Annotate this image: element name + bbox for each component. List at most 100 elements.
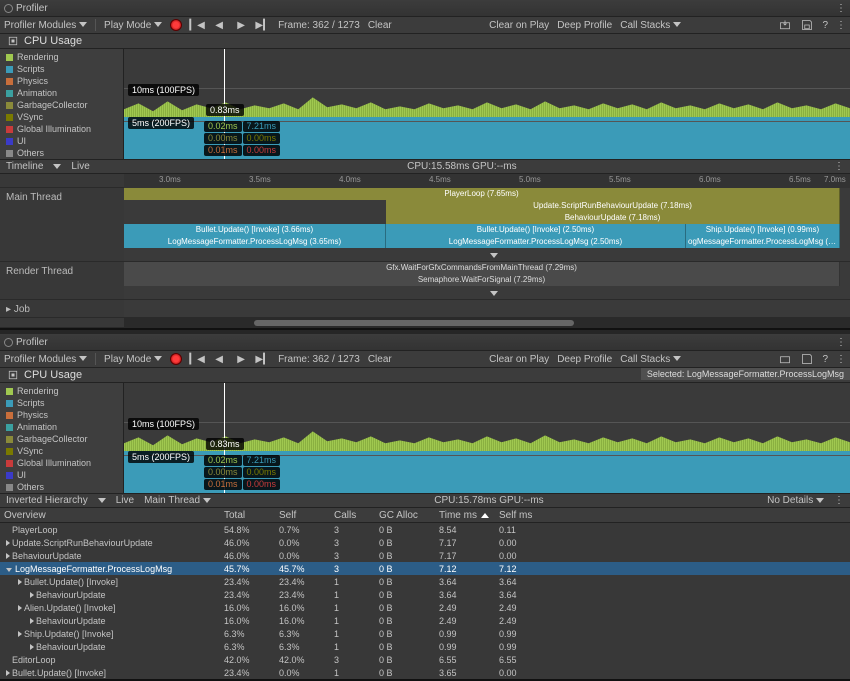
disclosure-icon[interactable] (30, 644, 34, 650)
record-button[interactable] (170, 19, 182, 31)
disclosure-icon[interactable] (6, 540, 10, 546)
legend-item-ui[interactable]: UI (0, 469, 123, 481)
details-dropdown[interactable]: No Details (767, 495, 824, 506)
render-thread-track[interactable]: Gfx.WaitForGfxCommandsFromMainThread (7.… (124, 262, 850, 299)
clear-button[interactable]: Clear (368, 20, 392, 31)
table-row[interactable]: BehaviourUpdate6.3%6.3%10 B0.990.99 (0, 640, 850, 653)
cpu-chart-area[interactable]: 10ms (100FPS)5ms (200FPS)0.83ms0.02ms7.2… (124, 49, 850, 159)
legend-item-vsync[interactable]: VSync (0, 445, 123, 457)
first-frame-button[interactable]: ▎◀ (190, 18, 204, 32)
next-frame-button[interactable]: ▶ (234, 352, 248, 366)
timeline-bar[interactable]: Semaphore.WaitForSignal (7.29ms) (124, 274, 840, 286)
cpu-chart-header[interactable]: CPU Usage (0, 34, 850, 49)
help-icon[interactable]: ? (822, 20, 828, 31)
legend-item-gc[interactable]: GarbageCollector (0, 99, 123, 111)
call-stacks-dropdown[interactable]: Call Stacks (620, 20, 681, 31)
timeline-bar[interactable]: BehaviourUpdate (7.18ms) (386, 212, 840, 224)
job-track[interactable] (124, 300, 850, 317)
timeline-bar[interactable]: LogMessageFormatter.ProcessLogMsg (2.50m… (386, 236, 686, 248)
deep-profile-toggle[interactable]: Deep Profile (557, 354, 612, 365)
legend-item-gc[interactable]: GarbageCollector (0, 433, 123, 445)
save-icon[interactable] (800, 18, 814, 32)
context-menu-icon[interactable]: ⋮ (836, 354, 846, 365)
legend-item-others[interactable]: Others (0, 481, 123, 493)
timeline-bar[interactable]: ogMessageFormatter.ProcessLogMsg (0.98m (686, 236, 840, 248)
timeline-bar[interactable]: Bullet.Update() [Invoke] (3.66ms) (124, 224, 386, 236)
timeline-bar[interactable]: Ship.Update() [Invoke] (0.99ms) (686, 224, 840, 236)
table-row[interactable]: Ship.Update() [Invoke]6.3%6.3%10 B0.990.… (0, 627, 850, 640)
column-header[interactable]: Self (275, 510, 330, 521)
legend-item-vsync[interactable]: VSync (0, 111, 123, 123)
context-menu-icon[interactable]: ⋮ (834, 495, 844, 506)
horizontal-scrollbar[interactable] (124, 318, 850, 327)
legend-item-physics[interactable]: Physics (0, 409, 123, 421)
timeline-bar[interactable]: Update.ScriptRunBehaviourUpdate (7.18ms) (386, 200, 840, 212)
call-stacks-dropdown[interactable]: Call Stacks (620, 354, 681, 365)
disclosure-icon[interactable] (30, 592, 34, 598)
legend-item-rendering[interactable]: Rendering (0, 385, 123, 397)
table-row[interactable]: PlayerLoop54.8%0.7%30 B8.540.11 (0, 523, 850, 536)
profiler-modules-dropdown[interactable]: Profiler Modules (4, 20, 87, 31)
disclosure-icon[interactable] (18, 579, 22, 585)
table-row[interactable]: Bullet.Update() [Invoke]23.4%23.4%10 B3.… (0, 575, 850, 588)
timeline-bar[interactable]: LogMessageFormatter.ProcessLogMsg (3.65m… (124, 236, 386, 248)
play-mode-dropdown[interactable]: Play Mode (104, 354, 162, 365)
first-frame-button[interactable]: ▎◀ (190, 352, 204, 366)
legend-item-animation[interactable]: Animation (0, 87, 123, 99)
clear-on-play-toggle[interactable]: Clear on Play (489, 354, 549, 365)
expand-icon[interactable] (490, 253, 498, 258)
table-row[interactable]: LogMessageFormatter.ProcessLogMsg45.7%45… (0, 562, 850, 575)
scrollbar-thumb[interactable] (254, 320, 574, 326)
table-row[interactable]: EditorLoop42.0%42.0%30 B6.556.55 (0, 653, 850, 666)
context-menu-icon[interactable]: ⋮ (836, 20, 846, 31)
table-row[interactable]: BehaviourUpdate23.4%23.4%10 B3.643.64 (0, 588, 850, 601)
help-icon[interactable]: ? (822, 354, 828, 365)
prev-frame-button[interactable]: ◀ (212, 18, 226, 32)
disclosure-icon[interactable] (6, 553, 10, 559)
prev-frame-button[interactable]: ◀ (212, 352, 226, 366)
next-frame-button[interactable]: ▶ (234, 18, 248, 32)
deep-profile-toggle[interactable]: Deep Profile (557, 20, 612, 31)
legend-item-physics[interactable]: Physics (0, 75, 123, 87)
legend-item-rendering[interactable]: Rendering (0, 51, 123, 63)
legend-item-animation[interactable]: Animation (0, 421, 123, 433)
view-mode-dropdown[interactable]: Inverted Hierarchy (6, 495, 88, 506)
column-header[interactable]: Total (220, 510, 275, 521)
view-mode-dropdown[interactable]: Timeline (6, 161, 43, 172)
legend-item-scripts[interactable]: Scripts (0, 397, 123, 409)
disclosure-icon[interactable] (6, 568, 12, 572)
table-row[interactable]: BehaviourUpdate46.0%0.0%30 B7.170.00 (0, 549, 850, 562)
timeline-bar[interactable]: Gfx.WaitForGfxCommandsFromMainThread (7.… (124, 262, 840, 274)
legend-item-gi[interactable]: Global Illumination (0, 457, 123, 469)
clear-button[interactable]: Clear (368, 354, 392, 365)
last-frame-button[interactable]: ▶▎ (256, 352, 270, 366)
thread-dropdown[interactable]: Main Thread (144, 495, 211, 506)
legend-item-ui[interactable]: UI (0, 135, 123, 147)
timeline-bar[interactable]: PlayerLoop (7.65ms) (124, 188, 840, 200)
load-icon[interactable] (778, 18, 792, 32)
save-icon[interactable] (800, 352, 814, 366)
column-header[interactable]: Self ms (495, 510, 555, 521)
menu-icon[interactable]: ⋮ (836, 337, 846, 348)
record-button[interactable] (170, 353, 182, 365)
table-row[interactable]: Alien.Update() [Invoke]16.0%16.0%10 B2.4… (0, 601, 850, 614)
table-row[interactable]: Update.ScriptRunBehaviourUpdate46.0%0.0%… (0, 536, 850, 549)
disclosure-icon[interactable] (18, 605, 22, 611)
column-header[interactable]: Overview (0, 510, 220, 521)
play-mode-dropdown[interactable]: Play Mode (104, 20, 162, 31)
legend-item-others[interactable]: Others (0, 147, 123, 159)
disclosure-icon[interactable] (18, 631, 22, 637)
table-row[interactable]: BehaviourUpdate16.0%16.0%10 B2.492.49 (0, 614, 850, 627)
clear-on-play-toggle[interactable]: Clear on Play (489, 20, 549, 31)
column-header[interactable]: GC Alloc (375, 510, 435, 521)
column-header[interactable]: Calls (330, 510, 375, 521)
profiler-modules-dropdown[interactable]: Profiler Modules (4, 354, 87, 365)
live-toggle[interactable]: Live (116, 495, 134, 506)
live-toggle[interactable]: Live (71, 161, 89, 172)
last-frame-button[interactable]: ▶▎ (256, 18, 270, 32)
timeline-bar[interactable]: Bullet.Update() [Invoke] (2.50ms) (386, 224, 686, 236)
load-icon[interactable] (778, 352, 792, 366)
table-row[interactable]: Bullet.Update() [Invoke]23.4%0.0%10 B3.6… (0, 666, 850, 679)
legend-item-gi[interactable]: Global Illumination (0, 123, 123, 135)
column-header[interactable]: Time ms (435, 510, 495, 521)
